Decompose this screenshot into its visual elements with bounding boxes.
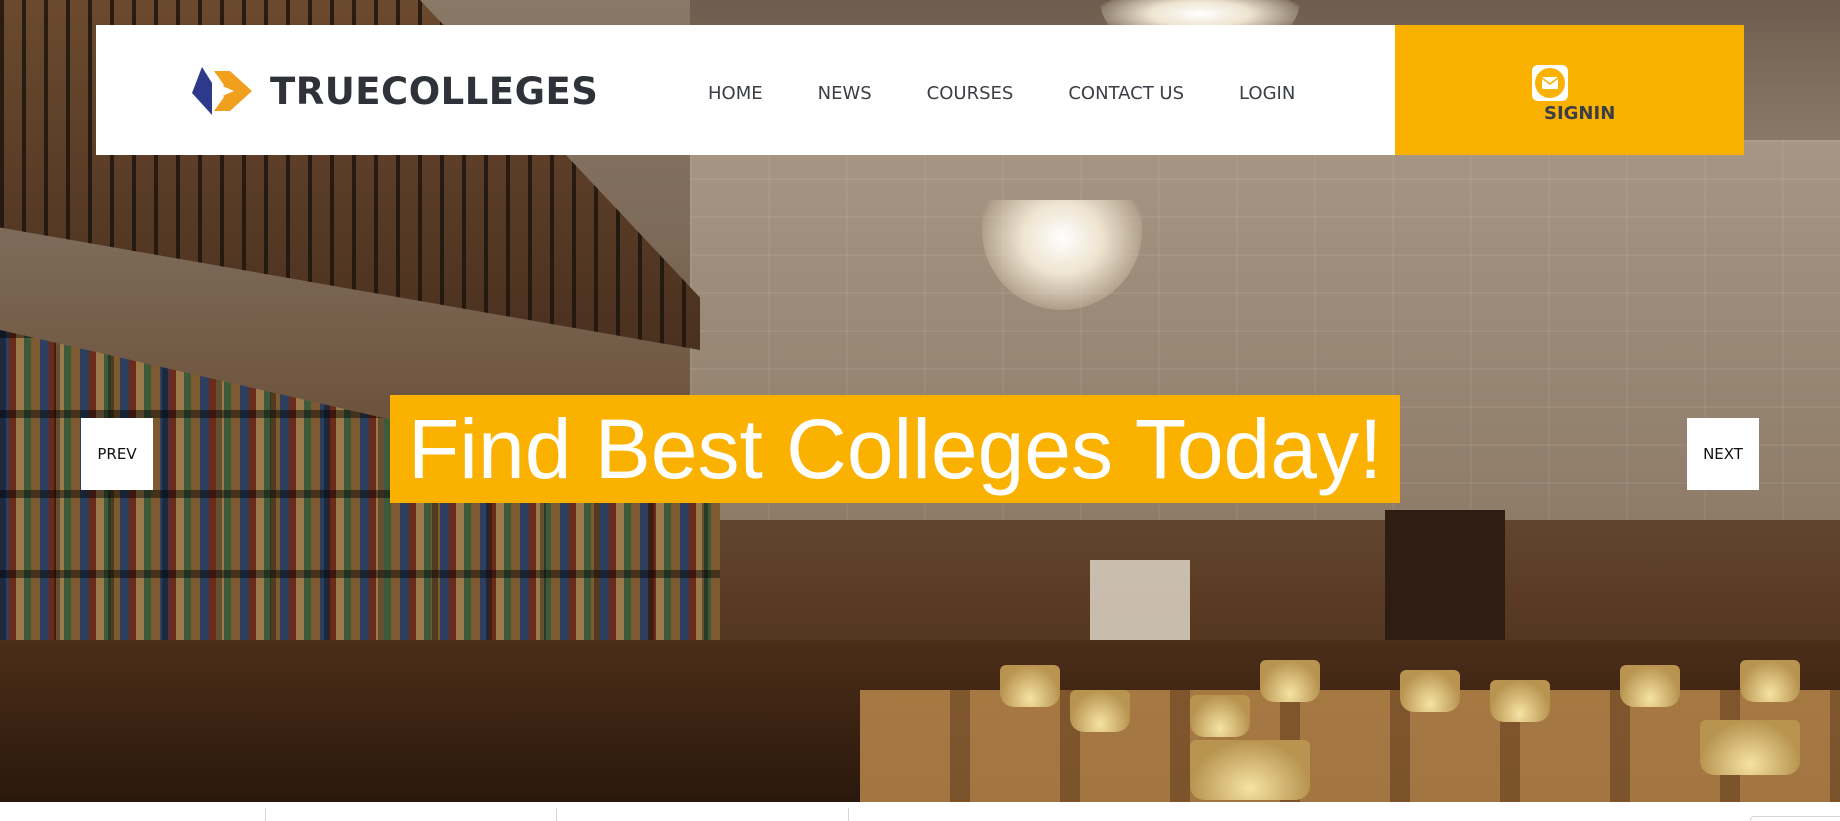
main-nav: HOME NEWS COURSES CONTACT US LOGIN [708,83,1350,104]
logo-icon [192,67,252,115]
lamp-image [1190,740,1310,800]
lamp-image [1740,660,1800,702]
divider [848,808,849,821]
signin-label: SIGNIN [1544,103,1616,124]
nav-home[interactable]: HOME [708,83,763,104]
brand-name: TRUECOLLEGES [270,69,599,113]
logo[interactable]: TRUECOLLEGES [190,63,598,119]
mail-icon [1532,65,1568,101]
nav-login[interactable]: LOGIN [1239,83,1295,104]
hero-headline: Find Best Colleges Today! [390,395,1401,503]
prev-button[interactable]: PREV [81,418,153,490]
lamp-image [1490,680,1550,722]
lamp-image [1700,720,1800,775]
card-edge [1750,816,1840,821]
lamp-image [1400,670,1460,712]
lamp-image [1000,665,1060,707]
divider [265,808,266,821]
next-button[interactable]: NEXT [1687,418,1759,490]
below-fold-section [0,802,1840,821]
lamp-image [1190,695,1250,737]
signin-button[interactable]: SIGNIN [1395,25,1744,155]
lamp-image [1260,660,1320,702]
nav-news[interactable]: NEWS [818,83,872,104]
site-header: TRUECOLLEGES HOME NEWS COURSES CONTACT U… [96,25,1744,155]
nav-courses[interactable]: COURSES [927,83,1014,104]
divider [556,808,557,821]
lamp-image [1070,690,1130,732]
nav-contact-us[interactable]: CONTACT US [1068,83,1184,104]
lamp-image [1620,665,1680,707]
hero-background-tables [860,690,1840,802]
hero-background-door [1385,510,1505,660]
